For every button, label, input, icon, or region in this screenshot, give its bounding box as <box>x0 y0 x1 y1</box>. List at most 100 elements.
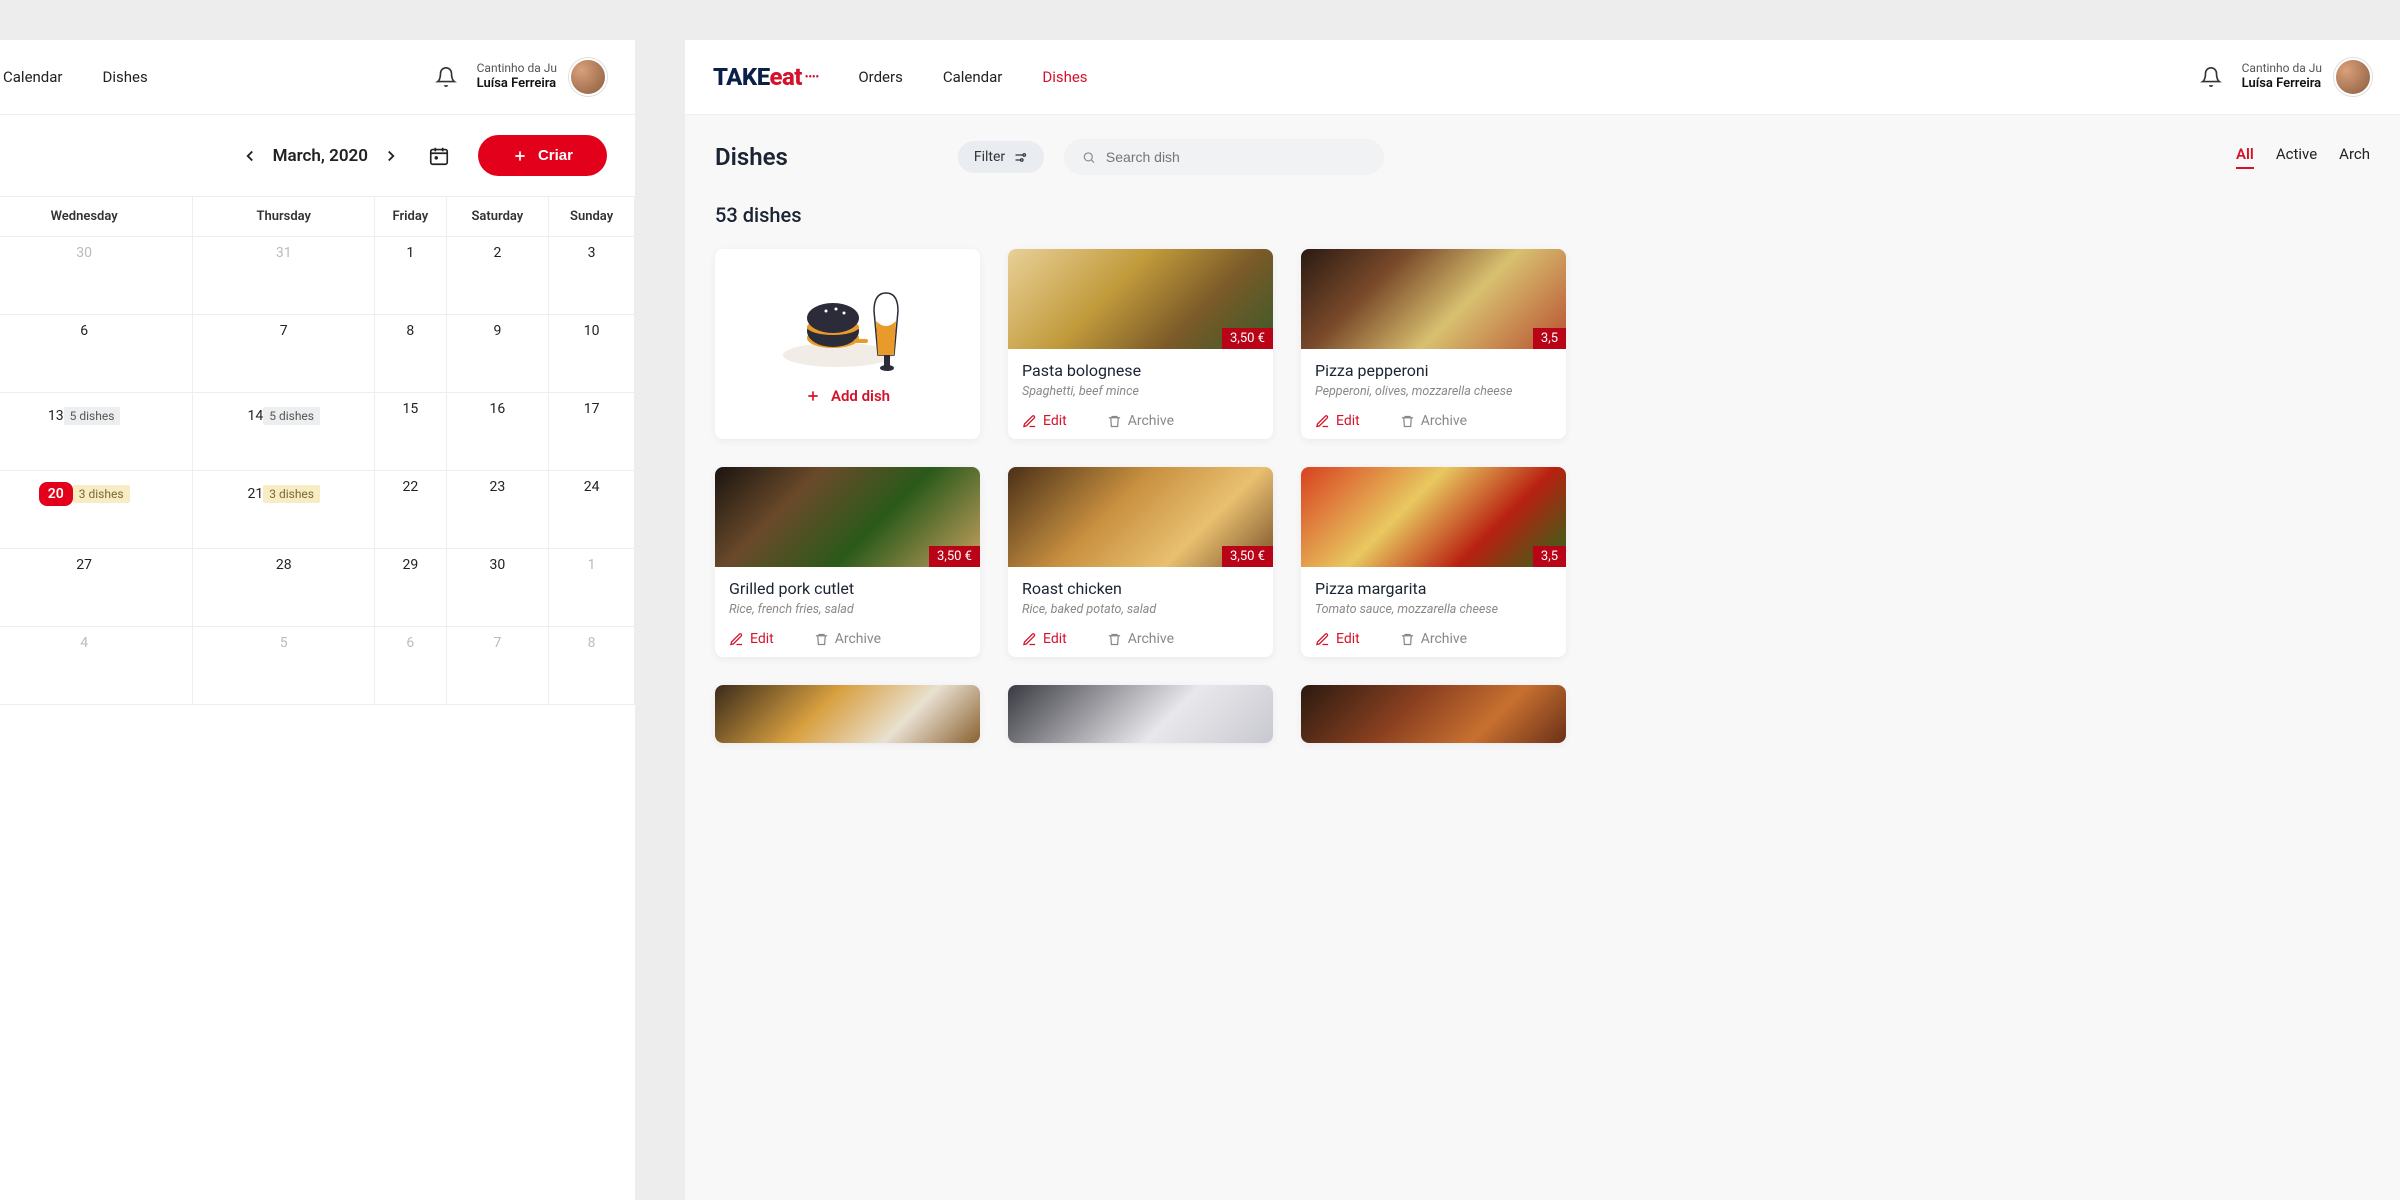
day-number: 8 <box>588 635 596 651</box>
shop-name: Cantinho da Ju <box>477 61 557 77</box>
filter-label: Filter <box>974 149 1005 165</box>
header: TAKEeat᠁ Orders Calendar Dishes Cantinho… <box>685 40 2400 115</box>
calendar-cell[interactable]: 9 <box>446 315 549 393</box>
search-input[interactable] <box>1064 139 1384 175</box>
edit-icon <box>729 632 744 647</box>
calendar-cell[interactable]: 15 <box>375 393 446 471</box>
add-dish-card[interactable]: Add dish <box>715 249 980 439</box>
add-dish-label: Add dish <box>831 387 890 405</box>
dish-desc: Pepperoni, olives, mozzarella cheese <box>1315 384 1552 399</box>
calendar-cell[interactable]: 29 <box>375 549 446 627</box>
calendar-cell[interactable]: 135 dishes <box>0 393 193 471</box>
calendar-cell[interactable]: 30 <box>0 237 193 315</box>
calendar-cell[interactable]: 2 <box>446 237 549 315</box>
calendar-cell[interactable]: 1 <box>549 549 635 627</box>
user-menu[interactable]: Cantinho da Ju Luísa Ferreira <box>2242 58 2372 96</box>
bell-icon[interactable] <box>2200 66 2222 88</box>
edit-button[interactable]: Edit <box>729 631 774 647</box>
dish-image: 3,50 € <box>1008 249 1273 349</box>
day-number: 8 <box>406 323 414 339</box>
calendar-cell[interactable]: 6 <box>375 627 446 705</box>
calendar-cell[interactable]: 7 <box>446 627 549 705</box>
calendar-cell[interactable]: 24 <box>549 471 635 549</box>
nav-orders[interactable]: Orders <box>858 68 903 86</box>
user-menu[interactable]: Cantinho da Ju Luísa Ferreira <box>477 58 607 96</box>
dish-badge: 3 dishes <box>73 485 130 503</box>
tab-archived[interactable]: Arch <box>2339 145 2370 169</box>
calendar-icon[interactable] <box>428 145 450 167</box>
edit-button[interactable]: Edit <box>1022 413 1067 429</box>
edit-label: Edit <box>1043 413 1067 429</box>
archive-button[interactable]: Archive <box>1107 413 1174 429</box>
day-number: 21 <box>247 486 263 502</box>
chevron-left-icon[interactable] <box>241 147 259 165</box>
dish-image: 3,5 <box>1301 467 1566 567</box>
calendar-cell[interactable]: 3 <box>549 237 635 315</box>
day-number: 17 <box>584 401 600 417</box>
archive-button[interactable]: Archive <box>1400 631 1467 647</box>
dish-card: 3,5 Pizza pepperoni Pepperoni, olives, m… <box>1301 249 1566 439</box>
sliders-icon <box>1013 150 1028 165</box>
day-number: 30 <box>76 245 92 261</box>
search-field[interactable] <box>1106 149 1366 165</box>
calendar-cell[interactable]: 16 <box>446 393 549 471</box>
calendar-cell[interactable]: 17 <box>549 393 635 471</box>
bell-icon[interactable] <box>435 66 457 88</box>
edit-button[interactable]: Edit <box>1315 631 1360 647</box>
calendar-cell[interactable]: 5 <box>193 627 375 705</box>
calendar-cell[interactable]: 8 <box>375 315 446 393</box>
day-number: 30 <box>490 557 506 573</box>
edit-icon <box>1022 414 1037 429</box>
archive-button[interactable]: Archive <box>1400 413 1467 429</box>
edit-button[interactable]: Edit <box>1315 413 1360 429</box>
month-nav: March, 2020 <box>241 146 400 166</box>
day-number: 4 <box>80 635 88 651</box>
day-number: 7 <box>493 635 501 651</box>
day-number: 16 <box>490 401 506 417</box>
create-label: Criar <box>538 147 573 164</box>
archive-icon <box>1107 632 1122 647</box>
archive-button[interactable]: Archive <box>1107 631 1174 647</box>
day-number: 7 <box>280 323 288 339</box>
calendar-cell[interactable]: 7 <box>193 315 375 393</box>
calendar-cell[interactable]: 10 <box>549 315 635 393</box>
calendar-cell[interactable]: 203 dishes <box>0 471 193 549</box>
nav-dishes[interactable]: Dishes <box>1042 68 1087 86</box>
calendar-cell[interactable]: 31 <box>193 237 375 315</box>
calendar-cell[interactable]: 145 dishes <box>193 393 375 471</box>
avatar <box>569 58 607 96</box>
calendar-cell[interactable]: 1 <box>375 237 446 315</box>
day-number: 2 <box>493 245 501 261</box>
filter-button[interactable]: Filter <box>958 141 1044 173</box>
nav-calendar[interactable]: Calendar <box>3 68 63 86</box>
header: Calendar Dishes Cantinho da Ju Luísa Fer… <box>0 40 635 115</box>
calendar-cell[interactable]: 4 <box>0 627 193 705</box>
dish-desc: Spaghetti, beef mince <box>1022 384 1259 399</box>
shop-name: Cantinho da Ju <box>2242 61 2322 77</box>
nav-calendar[interactable]: Calendar <box>943 68 1003 86</box>
create-button[interactable]: Criar <box>478 135 607 176</box>
calendar-cell[interactable]: 22 <box>375 471 446 549</box>
calendar-cell[interactable]: 28 <box>193 549 375 627</box>
price-tag: 3,50 € <box>1222 328 1273 349</box>
tab-all[interactable]: All <box>2236 145 2254 169</box>
calendar-cell[interactable]: 6 <box>0 315 193 393</box>
day-number: 15 <box>402 401 418 417</box>
calendar-cell[interactable]: 8 <box>549 627 635 705</box>
calendar-cell[interactable]: 30 <box>446 549 549 627</box>
nav-dishes[interactable]: Dishes <box>103 68 148 86</box>
calendar-cell[interactable]: 213 dishes <box>193 471 375 549</box>
archive-button[interactable]: Archive <box>814 631 881 647</box>
edit-button[interactable]: Edit <box>1022 631 1067 647</box>
archive-icon <box>1107 414 1122 429</box>
day-number: 1 <box>588 557 596 573</box>
price-tag: 3,50 € <box>1222 546 1273 567</box>
tab-active[interactable]: Active <box>2276 145 2317 169</box>
calendar-cell[interactable]: 23 <box>446 471 549 549</box>
calendar-cell[interactable]: 27 <box>0 549 193 627</box>
chevron-right-icon[interactable] <box>382 147 400 165</box>
steam-icon: ᠁ <box>802 70 818 86</box>
dish-name: Roast chicken <box>1022 579 1259 598</box>
day-number: 27 <box>76 557 92 573</box>
search-icon <box>1082 150 1096 165</box>
